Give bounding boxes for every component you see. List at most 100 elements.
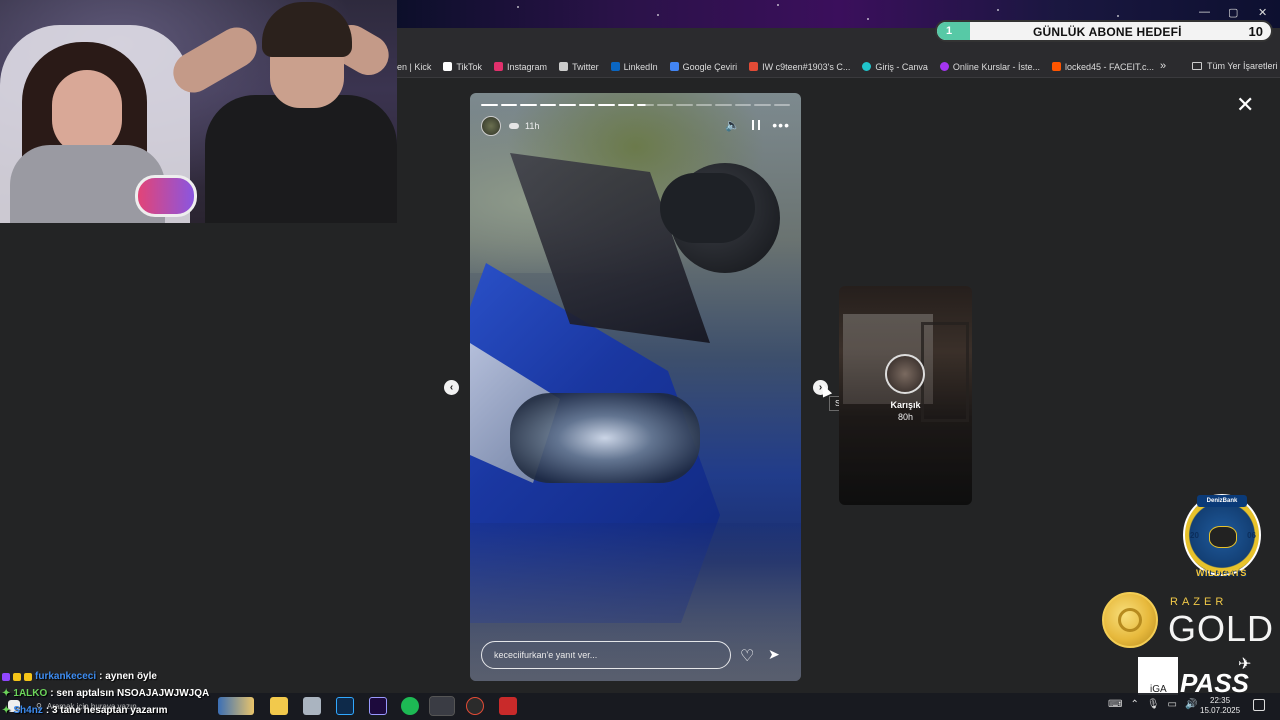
bookmark-instagram[interactable]: Instagram bbox=[494, 62, 547, 72]
bookmark-udemy[interactable]: Online Kurslar - İste... bbox=[939, 62, 1040, 72]
bookmarks-bar: en | Kick TikTok Instagram Twitter Linke… bbox=[397, 56, 1280, 78]
story-progress-segment bbox=[500, 104, 517, 106]
goal-target: 10 bbox=[1248, 24, 1263, 39]
more-icon[interactable]: ••• bbox=[772, 118, 790, 132]
bookmark-kick[interactable]: en | Kick bbox=[397, 62, 431, 72]
linkedin-icon bbox=[610, 62, 620, 71]
maximize-button[interactable]: ▢ bbox=[1228, 6, 1238, 19]
clock[interactable]: 22:35 15.07.2025 bbox=[1200, 696, 1240, 716]
razer-label: RAZER bbox=[1170, 596, 1228, 608]
bookmark-canva[interactable]: Giriş - Canva bbox=[862, 62, 928, 72]
minimize-button[interactable]: — bbox=[1199, 6, 1210, 18]
goal-progress-fill bbox=[937, 22, 971, 40]
subscriber-goal-bar: 1 GÜNLÜK ABONE HEDEFİ 10 bbox=[935, 20, 1273, 42]
volume-icon[interactable]: 🔊 bbox=[1185, 699, 1197, 710]
goal-title: GÜNLÜK ABONE HEDEFİ bbox=[1033, 25, 1182, 39]
story-progress bbox=[481, 104, 790, 106]
story-progress-segment bbox=[754, 104, 771, 106]
gold-label: GOLD bbox=[1168, 608, 1275, 649]
story-progress-segment bbox=[773, 104, 790, 106]
microphone-icon[interactable]: 🎙 bbox=[1147, 699, 1160, 710]
screen: — ▢ ✕ en | Kick TikTok Instagram Twitter… bbox=[0, 0, 1280, 720]
network-icon[interactable]: ▭ bbox=[1168, 699, 1177, 710]
jaguar-icon bbox=[1209, 526, 1237, 548]
google-translate-icon bbox=[669, 62, 679, 71]
chat-message: : 3 tane hesaptan yazarım bbox=[45, 705, 168, 716]
next-story-avatar bbox=[885, 354, 925, 394]
instagram-icon bbox=[494, 62, 504, 71]
story-progress-segment bbox=[598, 104, 615, 106]
folder-icon bbox=[1192, 62, 1202, 70]
reply-input[interactable]: kececiifurkan'e yanıt ver... bbox=[481, 641, 731, 669]
story-progress-segment bbox=[734, 104, 751, 106]
x-icon bbox=[559, 62, 569, 71]
app-icon[interactable] bbox=[499, 697, 517, 715]
razer-gold-coin-icon bbox=[1102, 592, 1158, 648]
obs-icon[interactable] bbox=[466, 697, 484, 715]
diamond-badge-icon: ✦ bbox=[2, 688, 11, 699]
pause-icon[interactable] bbox=[752, 120, 761, 130]
chat-line: ✦ 1ALKO : sen aptalsın NSOAJAJWJWJQA bbox=[2, 685, 372, 702]
badge-icon bbox=[24, 672, 32, 681]
bookmark-tiktok[interactable]: TikTok bbox=[443, 62, 482, 72]
close-window-button[interactable]: ✕ bbox=[1258, 6, 1267, 19]
chat-username: Sh4nz bbox=[13, 705, 43, 716]
badge-icon bbox=[2, 672, 10, 681]
story-progress-segment bbox=[539, 104, 556, 106]
spotify-icon[interactable] bbox=[401, 697, 419, 715]
story-viewer[interactable]: 11h 🔈 ••• kececiifurkan'e yanıt ver... ♡… bbox=[470, 93, 801, 681]
chat-line: furkankececi : aynen öyle bbox=[2, 668, 372, 685]
story-progress-segment bbox=[481, 104, 498, 106]
next-story-time: 80h bbox=[897, 412, 914, 422]
chrome-icon[interactable] bbox=[429, 696, 455, 716]
denizbank-wildcats-logo: DenizBank 20 06 bbox=[1183, 494, 1261, 576]
heart-icon[interactable]: ♡ bbox=[740, 646, 754, 666]
chat-message: : aynen öyle bbox=[99, 671, 157, 682]
wildcats-label: WILDCATS bbox=[1196, 568, 1247, 578]
goal-current: 1 bbox=[946, 25, 953, 37]
speaker-icon[interactable]: 🔈 bbox=[725, 118, 740, 132]
next-story-card[interactable]: Karışık 80h bbox=[839, 286, 972, 505]
chat-message: : sen aptalsın NSOAJAJWJWJQA bbox=[50, 688, 210, 699]
bookmarks-more-button[interactable]: » bbox=[1160, 60, 1166, 72]
close-icon[interactable]: ✕ bbox=[1236, 94, 1254, 116]
story-progress-segment bbox=[695, 104, 712, 106]
all-bookmarks-button[interactable]: Tüm Yer İşaretleri bbox=[1192, 61, 1278, 71]
story-progress-segment bbox=[520, 104, 537, 106]
keyboard-icon[interactable]: ⌨ bbox=[1108, 699, 1122, 710]
faceit-icon bbox=[1051, 62, 1061, 71]
story-progress-segment bbox=[617, 104, 634, 106]
system-tray: ⌨ ⌃ 🎙 ▭ 🔊 bbox=[1108, 699, 1197, 710]
previous-story-button[interactable]: ‹ bbox=[444, 380, 459, 395]
iw-icon bbox=[749, 62, 759, 71]
story-progress-segment bbox=[578, 104, 595, 106]
story-progress-segment bbox=[559, 104, 576, 106]
chevron-up-icon[interactable]: ⌃ bbox=[1130, 699, 1138, 710]
story-progress-segment bbox=[637, 104, 654, 106]
chat-username: 1ALKO bbox=[13, 688, 48, 699]
story-time: 11h bbox=[525, 121, 540, 131]
story-header: 11h 🔈 ••• bbox=[481, 115, 790, 137]
story-progress-segment bbox=[676, 104, 693, 106]
webcam-overlay bbox=[0, 0, 397, 223]
udemy-icon bbox=[939, 62, 949, 71]
bookmark-twitter[interactable]: Twitter bbox=[559, 62, 599, 72]
chat-username: furkankececi bbox=[35, 671, 97, 682]
tiktok-icon bbox=[443, 62, 453, 71]
notification-icon[interactable] bbox=[1253, 699, 1265, 711]
canva-icon bbox=[862, 62, 872, 71]
bookmark-faceit[interactable]: locked45 - FACEIT.c... bbox=[1051, 62, 1154, 72]
chat-overlay: furkankececi : aynen öyle ✦ 1ALKO : sen … bbox=[2, 668, 372, 719]
next-story-name: Karışık bbox=[890, 400, 921, 410]
send-icon[interactable]: ➤ bbox=[768, 646, 780, 663]
badge-icon bbox=[13, 672, 21, 681]
cloud-icon bbox=[509, 123, 519, 129]
bookmark-linkedin[interactable]: LinkedIn bbox=[610, 62, 658, 72]
avatar[interactable] bbox=[481, 116, 501, 136]
bookmark-google-translate[interactable]: Google Çeviri bbox=[669, 62, 737, 72]
story-progress-segment bbox=[656, 104, 673, 106]
story-progress-segment bbox=[715, 104, 732, 106]
diamond-badge-icon: ✦ bbox=[2, 705, 11, 716]
bookmark-iw[interactable]: IW c9teen#1903's C... bbox=[749, 62, 850, 72]
airplane-icon: ✈ bbox=[1238, 656, 1252, 673]
